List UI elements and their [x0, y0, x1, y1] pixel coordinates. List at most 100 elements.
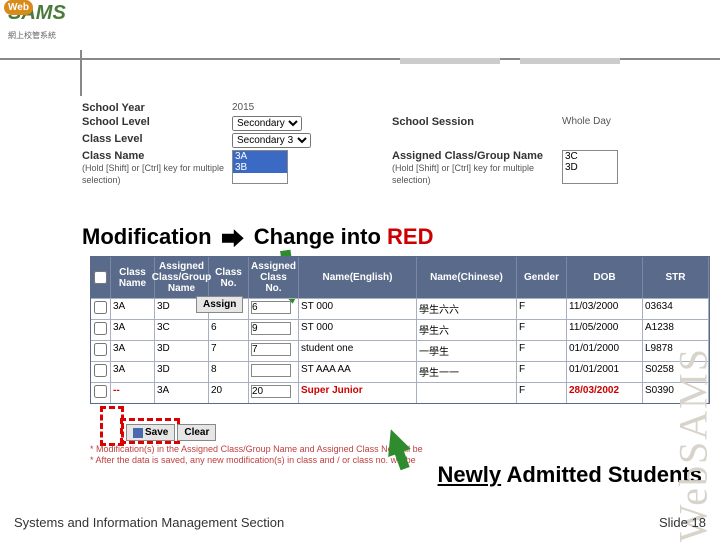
col-class-name: Class Name	[111, 257, 155, 298]
assigned-no-input[interactable]	[251, 385, 291, 398]
web-badge: Web	[4, 0, 33, 15]
cell-class-no: 7	[209, 341, 249, 361]
class-option-3a[interactable]: 3A	[233, 151, 287, 162]
cell-gender: F	[517, 362, 567, 382]
cell-gender: F	[517, 341, 567, 361]
footnote-1: * Modification(s) in the Assigned Class/…	[90, 444, 423, 455]
cell-class-name: 3A	[111, 362, 155, 382]
assign-button[interactable]: Assign	[196, 296, 243, 313]
footer-section: Systems and Information Management Secti…	[14, 515, 284, 530]
cell-class-name: 3A	[111, 341, 155, 361]
assigned-option-3c[interactable]: 3C	[563, 151, 617, 162]
slide-footer: Systems and Information Management Secti…	[0, 515, 720, 530]
row-checkbox[interactable]	[94, 301, 107, 314]
cell-name-en: ST AAA AA	[299, 362, 417, 382]
table-row: 3A3D5ST 000學生六六F11/03/200003634	[91, 298, 709, 319]
cell-gender: F	[517, 320, 567, 340]
cell-gender: F	[517, 299, 567, 319]
col-str: STR	[643, 257, 709, 298]
footnote-2: * After the data is saved, any new modif…	[90, 455, 423, 466]
right-arrow-icon	[222, 229, 244, 247]
class-name-listbox[interactable]: 3A 3B	[232, 150, 288, 184]
table-row: 3A3C6 ST 000學生六F11/05/2000A1238	[91, 319, 709, 340]
cell-dob: 01/01/2000	[567, 341, 643, 361]
school-level-select[interactable]: Secondary	[232, 116, 302, 131]
table-row: --3A20 Super Junior F28/03/2002S0390	[91, 382, 709, 403]
assigned-class-listbox[interactable]: 3C 3D	[562, 150, 618, 184]
row-checkbox[interactable]	[94, 322, 107, 335]
assigned-no-input[interactable]	[251, 301, 291, 314]
slide-number: Slide 18	[659, 515, 706, 530]
cell-name-ch: 一學生	[417, 341, 517, 361]
col-class-no: Class No.	[209, 257, 249, 298]
col-assigned-class: Assigned Class/Group Name	[155, 257, 209, 298]
cell-gender: F	[517, 383, 567, 403]
cell-str: 03634	[643, 299, 709, 319]
row-checkbox[interactable]	[94, 343, 107, 356]
disk-icon	[133, 428, 143, 438]
annotation-modification: Modification Change into RED	[82, 224, 433, 250]
col-assigned-no: Assigned Class No.	[249, 257, 299, 298]
table-header-row: Class Name Assigned Class/Group Name Cla…	[91, 257, 709, 298]
class-name-hint: (Hold [Shift] or [Ctrl] key for multiple…	[82, 163, 224, 185]
footnotes: * Modification(s) in the Assigned Class/…	[90, 444, 423, 466]
cell-assigned-class: 3D	[155, 341, 209, 361]
cell-dob: 01/01/2001	[567, 362, 643, 382]
cell-name-ch: 學生六	[417, 320, 517, 340]
cell-dob: 11/03/2000	[567, 299, 643, 319]
save-button[interactable]: Save	[126, 424, 175, 441]
cell-class-no: 20	[209, 383, 249, 403]
cell-name-en: Super Junior	[299, 383, 417, 403]
cell-dob: 11/05/2000	[567, 320, 643, 340]
cell-class-no: 6	[209, 320, 249, 340]
action-buttons: Save Clear	[126, 424, 216, 441]
logo-subtitle: 網上校管系統	[8, 31, 56, 40]
col-name-en: Name(English)	[299, 257, 417, 298]
col-name-ch: Name(Chinese)	[417, 257, 517, 298]
school-level-label: School Level	[82, 116, 232, 131]
class-name-label: Class Name (Hold [Shift] or [Ctrl] key f…	[82, 150, 232, 186]
vertical-separator	[80, 50, 82, 96]
cell-name-ch: 學生一一	[417, 362, 517, 382]
cell-str: S0390	[643, 383, 709, 403]
row-checkbox[interactable]	[94, 364, 107, 377]
row-checkbox[interactable]	[94, 385, 107, 398]
class-option-3b[interactable]: 3B	[233, 162, 287, 173]
cell-str: S0258	[643, 362, 709, 382]
school-session-value: Whole Day	[562, 116, 682, 131]
assigned-no-input[interactable]	[251, 343, 291, 356]
assigned-class-label: Assigned Class/Group Name (Hold [Shift] …	[392, 150, 562, 186]
slide-header: Web SAMS 網上校管系統	[0, 0, 720, 62]
assigned-no-input[interactable]	[251, 364, 291, 377]
cell-assigned-class: 3A	[155, 383, 209, 403]
school-year-value: 2015	[232, 102, 352, 114]
select-all-checkbox[interactable]	[94, 271, 107, 284]
cell-assigned-class: 3D	[155, 362, 209, 382]
filter-form: School Year 2015 School Level Secondary …	[82, 102, 710, 188]
cell-str: A1238	[643, 320, 709, 340]
cell-class-name: --	[111, 383, 155, 403]
cell-class-no: 8	[209, 362, 249, 382]
cell-dob: 28/03/2002	[567, 383, 643, 403]
assigned-class-hint: (Hold [Shift] or [Ctrl] key for multiple…	[392, 163, 534, 185]
header-accent-2	[520, 58, 620, 64]
cell-name-en: ST 000	[299, 320, 417, 340]
class-level-select[interactable]: Secondary 3	[232, 133, 311, 148]
cell-str: L9878	[643, 341, 709, 361]
assigned-option-3d[interactable]: 3D	[563, 162, 617, 173]
annotation-newly-admitted: Newly Admitted Students	[438, 462, 702, 488]
cell-name-ch	[417, 383, 517, 403]
table-body: 3A3D5ST 000學生六六F11/03/2000036343A3C6ST 0…	[91, 298, 709, 403]
school-session-label: School Session	[392, 116, 562, 131]
school-year-label: School Year	[82, 102, 232, 114]
assigned-no-input[interactable]	[251, 322, 291, 335]
class-level-label: Class Level	[82, 133, 232, 148]
col-gender: Gender	[517, 257, 567, 298]
students-table: Class Name Assigned Class/Group Name Cla…	[90, 256, 710, 404]
cell-name-ch: 學生六六	[417, 299, 517, 319]
table-row: 3A3D8 ST AAA AA學生一一F01/01/2001S0258	[91, 361, 709, 382]
cell-class-name: 3A	[111, 320, 155, 340]
clear-button[interactable]: Clear	[177, 424, 216, 441]
cell-assigned-class: 3C	[155, 320, 209, 340]
col-checkbox	[91, 257, 111, 298]
